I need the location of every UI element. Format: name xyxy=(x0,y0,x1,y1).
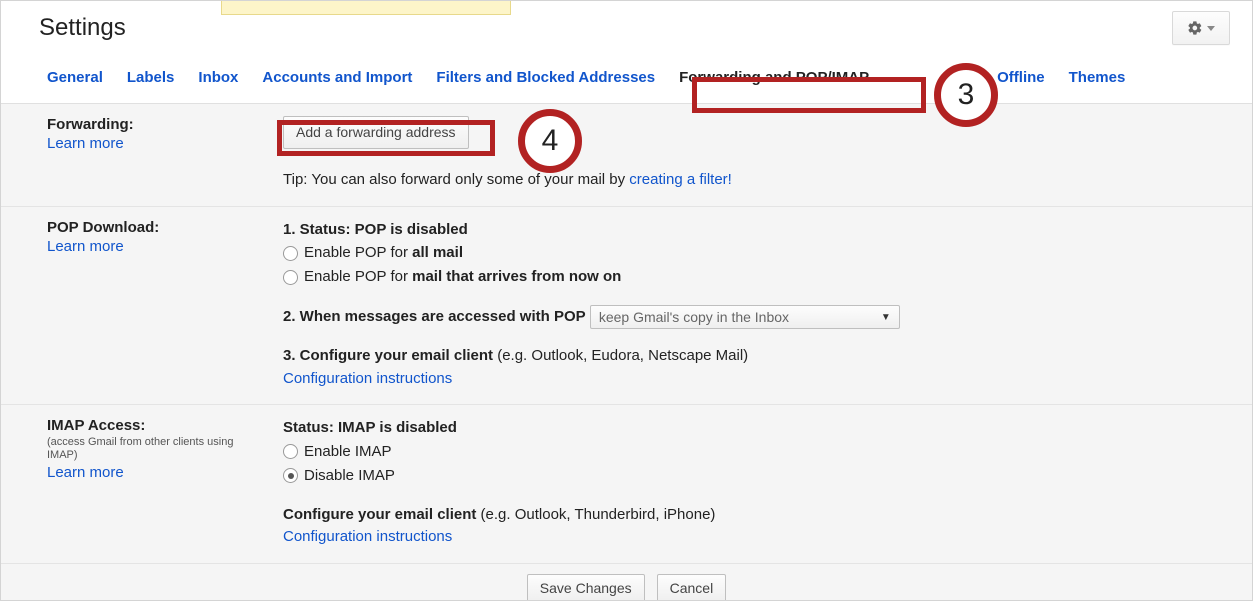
tab-forwarding[interactable]: Forwarding and POP/IMAP xyxy=(679,69,869,86)
forwarding-tip: Tip: You can also forward only some of y… xyxy=(283,149,1230,192)
section-forwarding: Forwarding: Learn more Add a forwarding … xyxy=(1,104,1252,207)
settings-page: Settings General Labels Inbox Accounts a… xyxy=(0,0,1253,601)
pop-label-col: POP Download: Learn more xyxy=(47,219,283,391)
imap-enable-label: Enable IMAP xyxy=(304,440,392,464)
tab-inbox[interactable]: Inbox xyxy=(198,69,238,86)
save-changes-button[interactable]: Save Changes xyxy=(527,574,645,601)
add-forwarding-address-button[interactable]: Add a forwarding address xyxy=(283,116,469,149)
imap-title: IMAP Access: xyxy=(47,417,283,434)
imap-subtitle: (access Gmail from other clients using I… xyxy=(47,434,283,462)
cancel-button[interactable]: Cancel xyxy=(657,574,727,601)
section-pop: POP Download: Learn more 1. Status: POP … xyxy=(1,207,1252,406)
radio-icon xyxy=(283,444,298,459)
pop-access-select-value: keep Gmail's copy in the Inbox xyxy=(599,307,789,328)
tab-themes[interactable]: Themes xyxy=(1069,69,1126,86)
creating-filter-link[interactable]: creating a filter! xyxy=(629,171,732,188)
imap-radio-enable[interactable]: Enable IMAP xyxy=(283,440,1230,464)
forwarding-title: Forwarding: xyxy=(47,116,283,133)
settings-tabs: General Labels Inbox Accounts and Import… xyxy=(1,59,1252,104)
pop-enable-all-label: Enable POP for all mail xyxy=(304,241,463,265)
imap-body: Status: IMAP is disabled Enable IMAP Dis… xyxy=(283,417,1230,549)
tab-labels[interactable]: Labels xyxy=(127,69,175,86)
header: Settings xyxy=(1,1,1252,59)
imap-label-col: IMAP Access: (access Gmail from other cl… xyxy=(47,417,283,549)
pop-access-label: 2. When messages are accessed with POP xyxy=(283,308,586,325)
pop-body: 1. Status: POP is disabled Enable POP fo… xyxy=(283,219,1230,391)
pop-config-instructions-link[interactable]: Configuration instructions xyxy=(283,370,452,387)
gear-icon xyxy=(1187,20,1203,36)
forwarding-body: Add a forwarding address Tip: You can al… xyxy=(283,116,1230,192)
pop-radio-now-on[interactable]: Enable POP for mail that arrives from no… xyxy=(283,265,1230,289)
radio-icon xyxy=(283,246,298,261)
imap-configure-rest: (e.g. Outlook, Thunderbird, iPhone) xyxy=(476,506,715,523)
imap-disable-label: Disable IMAP xyxy=(304,464,395,488)
notification-strip xyxy=(221,1,511,15)
pop-configure-rest: (e.g. Outlook, Eudora, Netscape Mail) xyxy=(493,347,748,364)
forwarding-tip-text: Tip: You can also forward only some of y… xyxy=(283,171,629,188)
pop-configure-bold: 3. Configure your email client xyxy=(283,347,493,364)
tab-general[interactable]: General xyxy=(47,69,103,86)
imap-radio-disable[interactable]: Disable IMAP xyxy=(283,464,1230,488)
caret-down-icon xyxy=(1207,26,1215,31)
pop-status-line: 1. Status: POP is disabled xyxy=(283,219,1230,242)
tab-accounts[interactable]: Accounts and Import xyxy=(262,69,412,86)
tab-filters[interactable]: Filters and Blocked Addresses xyxy=(436,69,655,86)
pop-access-line: 2. When messages are accessed with POP k… xyxy=(283,305,1230,329)
imap-configure-line: Configure your email client (e.g. Outloo… xyxy=(283,504,1230,527)
pop-r2-prefix: Enable POP for xyxy=(304,268,412,285)
imap-status-line: Status: IMAP is disabled xyxy=(283,417,1230,440)
imap-learn-more-link[interactable]: Learn more xyxy=(47,462,283,481)
pop-enable-now-label: Enable POP for mail that arrives from no… xyxy=(304,265,621,289)
settings-content: Forwarding: Learn more Add a forwarding … xyxy=(1,104,1252,601)
radio-icon-checked xyxy=(283,468,298,483)
forwarding-label-col: Forwarding: Learn more xyxy=(47,116,283,192)
footer-buttons: Save Changes Cancel xyxy=(1,564,1252,601)
radio-icon xyxy=(283,270,298,285)
pop-radio-all-mail[interactable]: Enable POP for all mail xyxy=(283,241,1230,265)
pop-title: POP Download: xyxy=(47,219,283,236)
imap-config-instructions-link[interactable]: Configuration instructions xyxy=(283,528,452,545)
pop-r1-prefix: Enable POP for xyxy=(304,244,412,261)
imap-configure-bold: Configure your email client xyxy=(283,506,476,523)
pop-configure-line: 3. Configure your email client (e.g. Out… xyxy=(283,345,1230,368)
forwarding-learn-more-link[interactable]: Learn more xyxy=(47,133,283,152)
settings-gear-button[interactable] xyxy=(1172,11,1230,45)
caret-down-icon: ▼ xyxy=(881,310,891,325)
pop-access-select[interactable]: keep Gmail's copy in the Inbox ▼ xyxy=(590,305,900,329)
pop-r2-bold: mail that arrives from now on xyxy=(412,268,621,285)
section-imap: IMAP Access: (access Gmail from other cl… xyxy=(1,405,1252,564)
pop-r1-bold: all mail xyxy=(412,244,463,261)
tab-offline[interactable]: Offline xyxy=(997,69,1045,86)
page-title: Settings xyxy=(39,14,126,42)
pop-learn-more-link[interactable]: Learn more xyxy=(47,236,283,255)
